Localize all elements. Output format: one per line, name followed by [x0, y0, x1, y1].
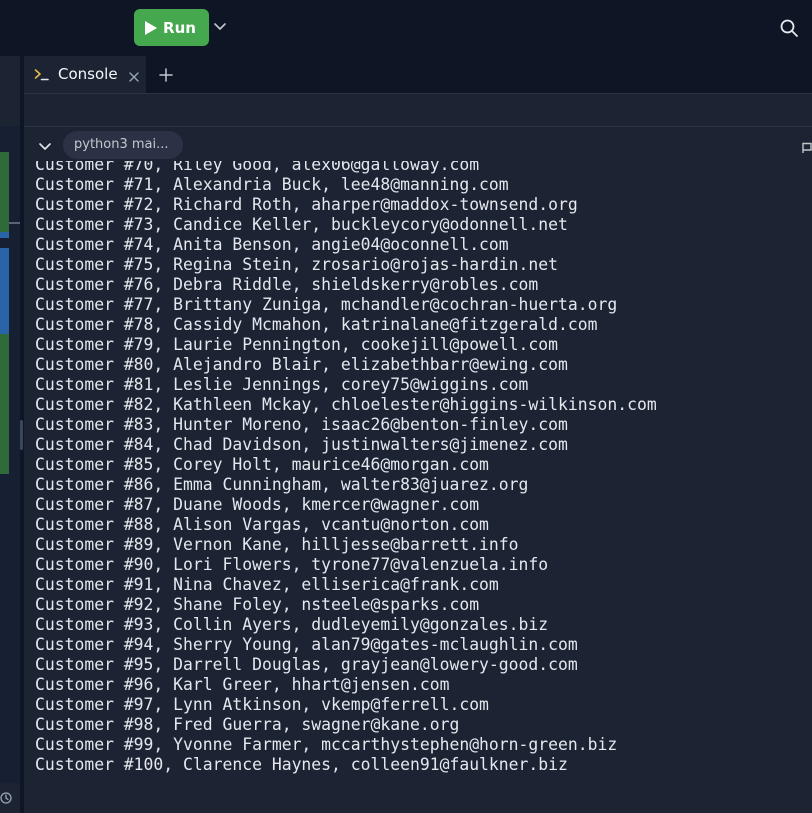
- left-pane-list: [0, 126, 20, 783]
- output-line: Customer #74, Anita Benson, angie04@ocon…: [35, 235, 509, 254]
- session-row: python3 mai...: [24, 127, 812, 161]
- history-icon[interactable]: [0, 790, 14, 804]
- output-line: Customer #86, Emma Cunningham, walter83@…: [35, 475, 529, 494]
- console-output[interactable]: Customer #70, Riley Good, alex06@gallowa…: [24, 161, 812, 813]
- resize-handle[interactable]: [20, 420, 23, 450]
- output-line: Customer #82, Kathleen Mckay, chloeleste…: [35, 395, 657, 414]
- close-icon[interactable]: [128, 68, 140, 82]
- output-line: Customer #87, Duane Woods, kmercer@wagne…: [35, 495, 480, 514]
- console-pane: Console python3 mai... Customer #70, Ril…: [24, 56, 812, 813]
- left-pane-marker: [0, 248, 9, 334]
- output-line: Customer #100, Clarence Haynes, colleen9…: [35, 755, 568, 774]
- pane-tab-bar: Console: [24, 56, 812, 94]
- run-button-label: Run: [163, 18, 196, 37]
- output-line: Customer #88, Alison Vargas, vcantu@nort…: [35, 515, 489, 534]
- output-line: Customer #75, Regina Stein, zrosario@roj…: [35, 255, 559, 274]
- chevron-down-icon[interactable]: [38, 138, 52, 152]
- top-bar: Run: [0, 0, 812, 56]
- flag-icon[interactable]: [801, 139, 812, 153]
- tab-console[interactable]: Console: [24, 56, 146, 93]
- output-line: Customer #95, Darrell Douglas, grayjean@…: [35, 655, 578, 674]
- output-line: Customer #99, Yvonne Farmer, mccarthyste…: [35, 735, 618, 754]
- search-icon[interactable]: [778, 17, 800, 39]
- output-line: Customer #98, Fred Guerra, swagner@kane.…: [35, 715, 460, 734]
- output-line: Customer #85, Corey Holt, maurice46@morg…: [35, 455, 489, 474]
- output-line: Customer #76, Debra Riddle, shieldskerry…: [35, 275, 539, 294]
- left-pane-marker: [0, 232, 9, 238]
- output-line: Customer #79, Laurie Pennington, cookeji…: [35, 335, 559, 354]
- prompt-icon: [34, 67, 50, 83]
- output-line: Customer #92, Shane Foley, nsteele@spark…: [35, 595, 480, 614]
- output-line: Customer #77, Brittany Zuniga, mchandler…: [35, 295, 618, 314]
- tab-console-label: Console: [58, 65, 118, 83]
- output-line: Customer #84, Chad Davidson, justinwalte…: [35, 435, 568, 454]
- run-options-chevron-down-icon[interactable]: [212, 18, 228, 34]
- output-line: Customer #93, Collin Ayers, dudleyemily@…: [35, 615, 549, 634]
- app-window: Run at: [0, 0, 812, 813]
- run-button[interactable]: Run: [134, 9, 209, 46]
- output-line: Customer #97, Lynn Atkinson, vkemp@ferre…: [35, 695, 489, 714]
- session-pill[interactable]: python3 mai...: [63, 131, 183, 159]
- output-line: Customer #81, Leslie Jennings, corey75@w…: [35, 375, 529, 394]
- output-line: Customer #91, Nina Chavez, elliserica@fr…: [35, 575, 499, 594]
- left-pane-marker: [0, 152, 9, 232]
- left-pane-divider-line: [9, 222, 20, 224]
- output-line: Customer #94, Sherry Young, alan79@gates…: [35, 635, 578, 654]
- output-line: Customer #96, Karl Greer, hhart@jensen.c…: [35, 675, 450, 694]
- output-line: Customer #73, Candice Keller, buckleycor…: [35, 215, 568, 234]
- play-icon: [145, 20, 158, 35]
- left-pane-marker: [0, 334, 9, 474]
- output-line: Customer #90, Lori Flowers, tyrone77@val…: [35, 555, 549, 574]
- output-line: Customer #89, Vernon Kane, hilljesse@bar…: [35, 535, 519, 554]
- output-line: Customer #80, Alejandro Blair, elizabeth…: [35, 355, 568, 374]
- plus-icon[interactable]: [159, 67, 173, 82]
- console-toolbar: [24, 94, 812, 127]
- output-lines: Customer #70, Riley Good, alex06@gallowa…: [35, 161, 657, 775]
- output-line: Customer #78, Cassidy Mcmahon, katrinala…: [35, 315, 598, 334]
- output-line: Customer #70, Riley Good, alex06@gallowa…: [35, 161, 480, 174]
- output-line: Customer #83, Hunter Moreno, isaac26@ben…: [35, 415, 568, 434]
- output-line: Customer #71, Alexandria Buck, lee48@man…: [35, 175, 509, 194]
- output-line: Customer #72, Richard Roth, aharper@madd…: [35, 195, 578, 214]
